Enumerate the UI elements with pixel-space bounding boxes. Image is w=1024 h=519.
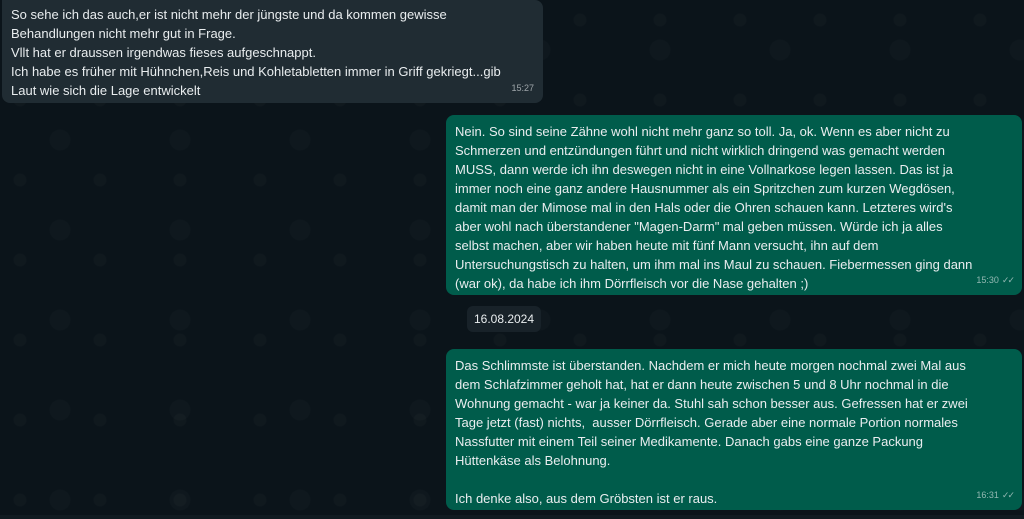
message-text: Nein. So sind seine Zähne wohl nicht meh… xyxy=(455,124,973,291)
message-outgoing[interactable]: Nein. So sind seine Zähne wohl nicht meh… xyxy=(446,115,1022,295)
message-time: 15:30 xyxy=(976,275,999,285)
message-time: 16:31 xyxy=(976,490,999,500)
composer-edge xyxy=(0,515,1024,519)
message-meta: 15:30 ✓✓ xyxy=(976,271,1015,290)
message-time: 15:27 xyxy=(511,83,534,93)
message-incoming[interactable]: So sehe ich das auch,er ist nicht mehr d… xyxy=(2,0,543,103)
message-text: So sehe ich das auch,er ist nicht mehr d… xyxy=(11,7,501,98)
read-receipt-icon: ✓✓ xyxy=(1001,275,1015,285)
message-meta: 16:31 ✓✓ xyxy=(976,486,1015,505)
message-outgoing[interactable]: Das Schlimmste ist überstanden. Nachdem … xyxy=(446,349,1022,510)
chat-area: So sehe ich das auch,er ist nicht mehr d… xyxy=(0,0,1024,519)
date-separator: 16.08.2024 xyxy=(467,306,541,332)
read-receipt-icon: ✓✓ xyxy=(1001,490,1015,500)
message-text: Das Schlimmste ist überstanden. Nachdem … xyxy=(455,358,968,506)
message-meta: 15:27 xyxy=(511,79,534,98)
